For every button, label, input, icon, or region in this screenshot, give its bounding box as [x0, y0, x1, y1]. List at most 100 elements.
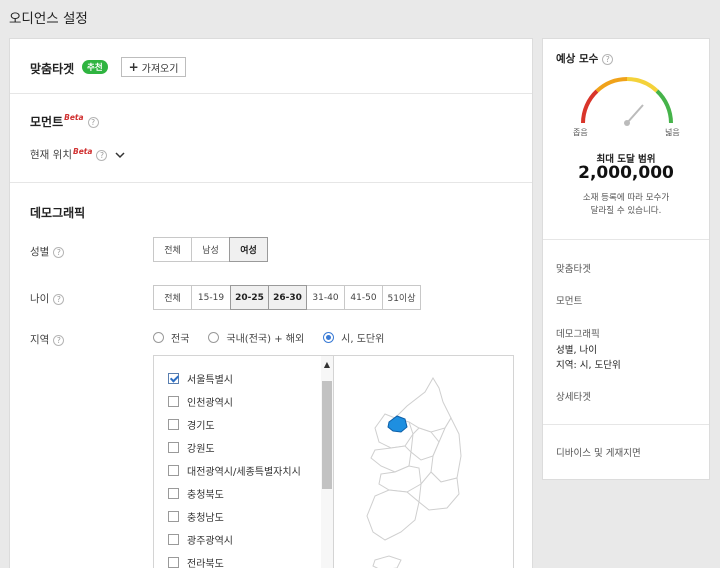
region-checkbox[interactable]	[168, 442, 179, 453]
region-checkbox[interactable]	[168, 396, 179, 407]
page-title: 오디언스 설정	[9, 11, 88, 27]
max-reach-value: 2,000,000	[578, 163, 674, 183]
demographic-title: 데모그래픽	[30, 206, 86, 220]
region-scope-radio[interactable]: 국내(전국) + 해외	[208, 330, 304, 345]
divider	[543, 424, 709, 425]
summary-detail-target[interactable]: 상세타겟	[556, 389, 591, 403]
age-option[interactable]: 전체	[153, 285, 192, 310]
estimated-audience-title-text: 예상 모수	[556, 53, 599, 65]
age-selector: 전체 15-19 20-25 26-30 31-40 41-50 51이상	[153, 285, 421, 310]
moment-title-text: 모먼트	[30, 115, 64, 129]
radio-label: 전국	[171, 334, 190, 345]
summary-device-placement[interactable]: 디바이스 및 게재지면	[556, 445, 641, 459]
moment-title: 모먼트Beta?	[30, 113, 99, 130]
region-label: 서울특별시	[187, 375, 233, 386]
gender-option[interactable]: 남성	[191, 237, 230, 262]
reach-gauge	[581, 77, 673, 126]
help-icon[interactable]: ?	[53, 334, 65, 346]
reach-note-line2: 달라질 수 있습니다.	[590, 206, 662, 216]
region-label-text: 지역	[30, 334, 50, 346]
summary-moment[interactable]: 모먼트	[556, 293, 582, 307]
region-list-item[interactable]: 전라북도	[168, 555, 224, 568]
summary-demographic-line1: 성별, 나이	[556, 345, 597, 356]
beta-label: Beta	[64, 113, 84, 122]
region-label: 충청남도	[187, 513, 224, 524]
radio-circle[interactable]	[208, 332, 220, 343]
radio-label: 시, 도단위	[341, 334, 385, 345]
region-label: 경기도	[187, 421, 215, 432]
current-location-label: 현재 위치	[30, 149, 72, 161]
region-checkbox[interactable]	[168, 557, 179, 568]
custom-target-title: 맞춤타겟	[30, 62, 75, 76]
age-label: 나이?	[30, 291, 65, 306]
reach-note-line1: 소재 등록에 따라 모수가	[582, 193, 670, 203]
current-location-toggle[interactable]: 현재 위치Beta?	[30, 147, 125, 162]
help-icon[interactable]: ?	[96, 149, 108, 161]
age-option[interactable]: 20-25	[230, 285, 269, 310]
region-list-item[interactable]: 강원도	[168, 440, 215, 455]
region-scope-radio[interactable]: 시, 도단위	[323, 330, 384, 345]
radio-circle[interactable]	[323, 332, 335, 343]
summary-custom-target[interactable]: 맞춤타겟	[556, 261, 591, 275]
age-option[interactable]: 41-50	[344, 285, 383, 310]
region-list-item[interactable]: 경기도	[168, 417, 215, 432]
map-region-jeonnam	[366, 489, 420, 541]
region-checkbox[interactable]	[168, 373, 179, 384]
region-label: 충청북도	[187, 490, 224, 501]
help-icon[interactable]: ?	[602, 53, 614, 65]
region-label: 강원도	[187, 444, 215, 455]
map-region-jeonbuk	[378, 465, 422, 493]
help-icon[interactable]: ?	[87, 117, 99, 128]
divider	[10, 93, 532, 94]
gauge-needle	[626, 104, 644, 124]
divider	[543, 239, 709, 240]
region-selector: ▲ 서울특별시인천광역시경기도강원도대전광역시/세종특별자치시충청북도충청남도광…	[153, 355, 514, 568]
import-button-label: 가져오기	[141, 63, 179, 75]
scrollbar[interactable]: ▲	[321, 356, 333, 568]
gauge-high-label: 넓음	[665, 128, 680, 137]
region-label: 광주광역시	[187, 536, 233, 547]
map-region-jeju	[372, 555, 402, 568]
region-checkbox[interactable]	[168, 511, 179, 522]
gauge-low-label: 좁음	[573, 128, 588, 137]
age-label-text: 나이	[30, 293, 50, 305]
region-list-item[interactable]: 광주광역시	[168, 532, 233, 547]
region-list-item[interactable]: 충청남도	[168, 509, 224, 524]
summary-demographic-line2: 지역: 시, 도단위	[556, 360, 621, 371]
scroll-up-icon[interactable]: ▲	[321, 360, 333, 369]
region-scope-radio[interactable]: 전국	[153, 330, 189, 345]
region-checkbox[interactable]	[168, 419, 179, 430]
age-option[interactable]: 26-30	[268, 285, 307, 310]
age-option[interactable]: 51이상	[382, 285, 421, 310]
help-icon[interactable]: ?	[53, 246, 65, 258]
region-scope-radios: 전국 국내(전국) + 해외 시, 도단위	[153, 330, 403, 345]
plus-icon: +	[128, 60, 139, 74]
age-option[interactable]: 15-19	[191, 285, 231, 310]
gender-option[interactable]: 전체	[153, 237, 192, 262]
reach-note: 소재 등록에 따라 모수가 달라질 수 있습니다.	[543, 192, 709, 218]
region-checkbox[interactable]	[168, 534, 179, 545]
region-checkbox[interactable]	[168, 465, 179, 476]
region-list-item[interactable]: 인천광역시	[168, 394, 233, 409]
gender-option[interactable]: 여성	[229, 237, 268, 262]
region-list-item[interactable]: 대전광역시/세종특별자치시	[168, 463, 301, 478]
divider	[10, 182, 532, 183]
summary-demographic[interactable]: 데모그래픽	[556, 326, 600, 340]
help-icon[interactable]: ?	[53, 293, 65, 305]
region-list: ▲ 서울특별시인천광역시경기도강원도대전광역시/세종특별자치시충청북도충청남도광…	[154, 356, 334, 568]
radio-circle[interactable]	[153, 332, 164, 343]
age-option[interactable]: 31-40	[306, 285, 345, 310]
region-label: 인천광역시	[187, 398, 233, 409]
beta-label: Beta	[72, 147, 93, 156]
korea-map	[335, 356, 513, 568]
region-list-item[interactable]: 충청북도	[168, 486, 224, 501]
region-checkbox[interactable]	[168, 488, 179, 499]
chevron-down-icon[interactable]	[115, 151, 125, 159]
region-list-item[interactable]: 서울특별시	[168, 371, 233, 386]
gender-label: 성별?	[30, 244, 65, 259]
scrollbar-thumb[interactable]	[322, 381, 332, 489]
gender-label-text: 성별	[30, 246, 50, 258]
estimated-audience-panel: 예상 모수? 좁음 넓음 최대 도달 범위 2,000,000 소재 등록에 따…	[542, 38, 710, 480]
import-button[interactable]: + 가져오기	[121, 57, 186, 77]
audience-settings-panel: 맞춤타겟 추천 + 가져오기 모먼트Beta? 현재 위치Beta? 데모그래픽…	[9, 38, 533, 568]
